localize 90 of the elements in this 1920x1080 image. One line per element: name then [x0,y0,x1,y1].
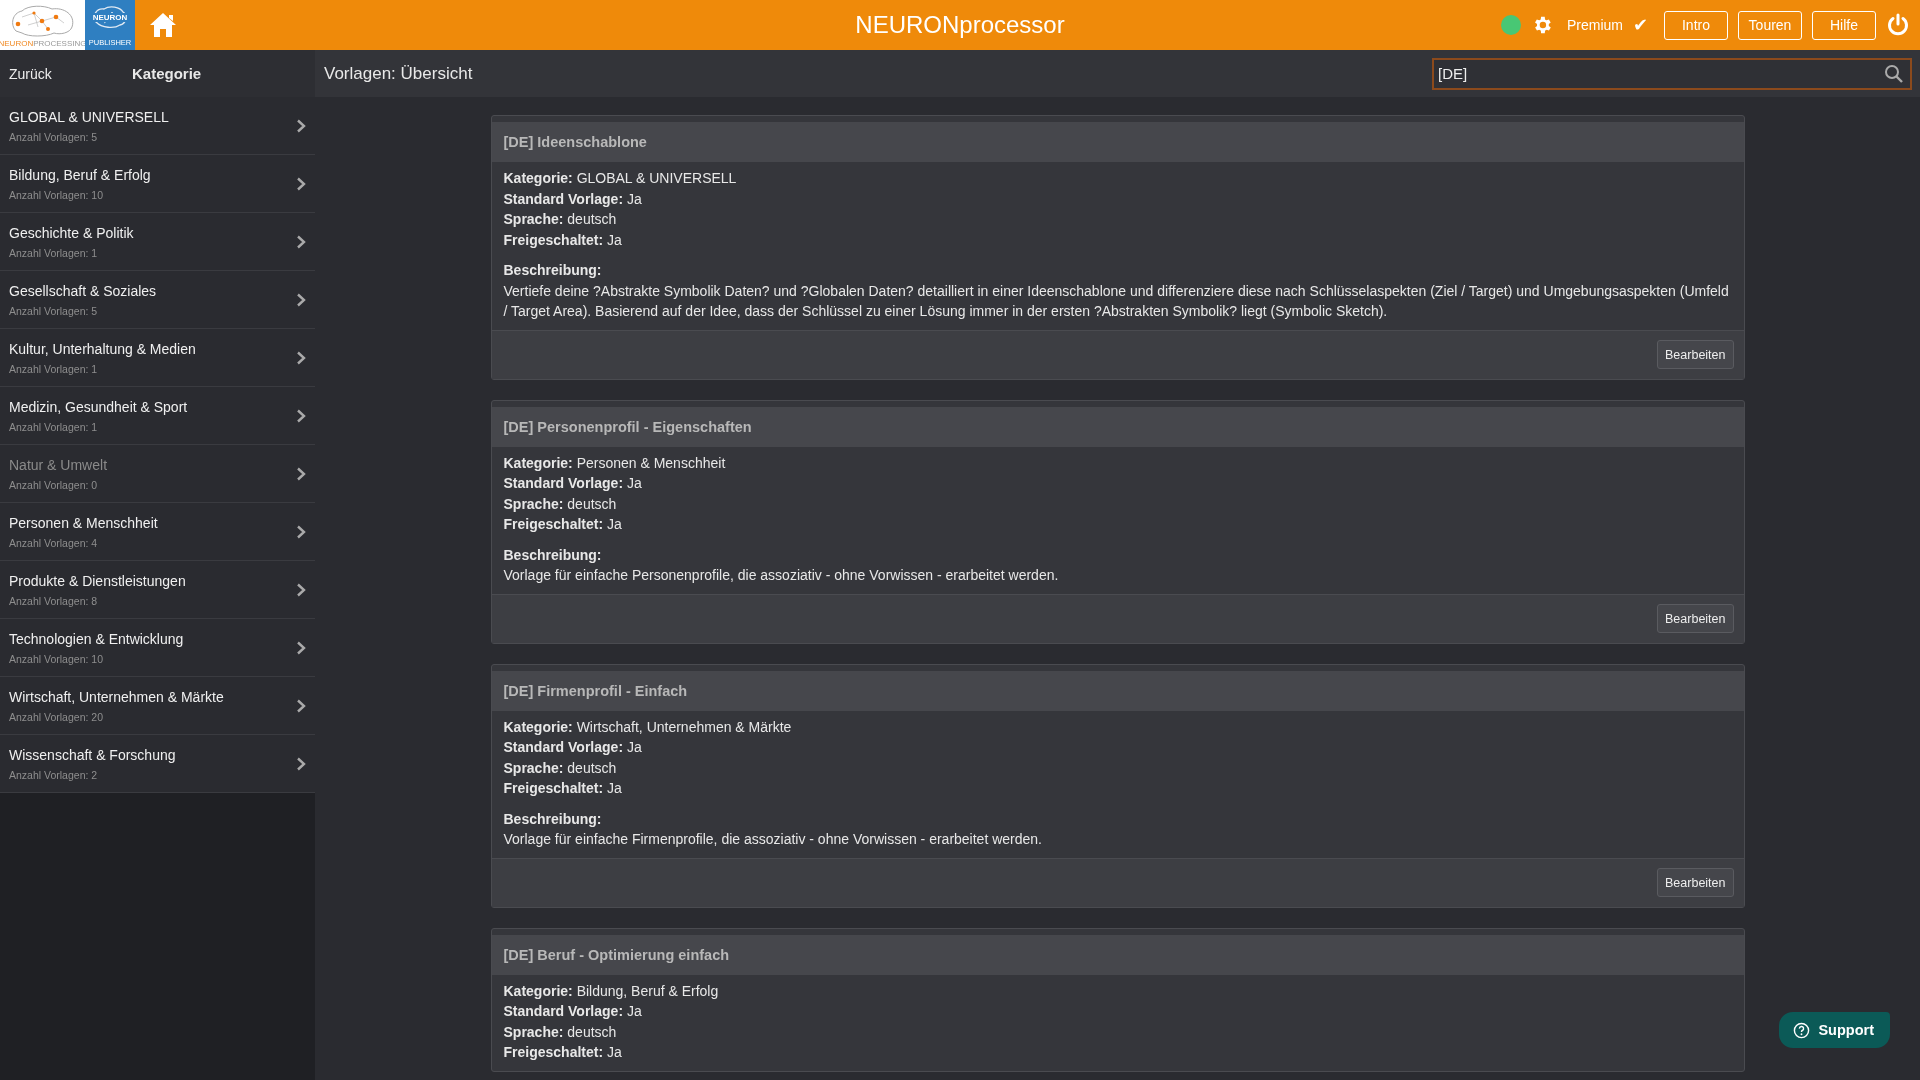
chevron-right-icon [296,292,306,307]
chevron-right-icon [296,640,306,655]
template-title: [DE] Personenprofil - Eigenschaften [503,418,752,435]
edit-button[interactable]: Bearbeiten [1657,604,1734,633]
category-item[interactable]: Gesellschaft & Soziales Anzahl Vorlagen: 5 [0,271,315,329]
template-title: [DE] Beruf - Optimierung einfach [503,946,730,963]
template-count: Anzahl Vorlagen: 5 [9,130,99,143]
template-count: Anzahl Vorlagen: 1 [9,362,99,375]
template-count: Anzahl Vorlagen: 8 [9,594,99,607]
category-name: Natur & Umwelt [9,456,109,473]
template-field: Freigeschaltet: Ja [503,229,1732,250]
search-icon[interactable] [1884,63,1904,84]
category-name: Technologien & Entwicklung [9,630,185,647]
template-count: Anzahl Vorlagen: 4 [9,536,99,549]
support-button[interactable]: Support [1779,1012,1890,1048]
help-icon [1793,1021,1811,1039]
template-field: Standard Vorlage: Ja [503,1001,1732,1022]
template-field: Kategorie: GLOBAL & UNIVERSELL [503,168,1732,189]
category-name: Medizin, Gesundheit & Sport [9,398,189,415]
template-field: Freigeschaltet: Ja [503,514,1732,535]
chevron-right-icon [296,698,306,713]
template-title: [DE] Ideenschablone [503,134,647,150]
category-item[interactable]: Technologien & Entwicklung Anzahl Vorlagen: 10 [0,619,315,677]
category-item[interactable]: Kultur, Unterhaltung & Medien Anzahl Vorlagen: 1 [0,329,315,387]
template-count: Anzahl Vorlagen: 10 [9,188,104,201]
home-icon[interactable] [149,12,177,38]
category-name: Geschichte & Politik [9,224,135,241]
category-item[interactable]: Personen & Menschheit Anzahl Vorlagen: 4 [0,503,315,561]
chevron-right-icon [296,408,306,423]
template-count: Anzahl Vorlagen: 1 [9,246,99,259]
chevron-right-icon [296,234,306,249]
description-label: Beschreibung: [503,809,603,829]
premium-label: Premium [1567,17,1623,33]
chevron-right-icon [296,756,306,771]
template-count: Anzahl Vorlagen: 0 [9,478,99,491]
template-field: Kategorie: Personen & Menschheit [503,452,1732,473]
chevron-right-icon [296,176,306,191]
search-field[interactable]: [DE] [1432,57,1912,90]
category-item[interactable]: Wirtschaft, Unternehmen & Märkte Anzahl Vorlagen: 20 [0,677,315,735]
chevron-right-icon [296,118,306,133]
category-name: Wissenschaft & Forschung [9,746,177,763]
category-item[interactable]: Geschichte & Politik Anzahl Vorlagen: 1 [0,213,315,271]
template-count: Anzahl Vorlagen: 5 [9,304,99,317]
category-name: Kultur, Unterhaltung & Medien [9,340,197,357]
template-count: Anzahl Vorlagen: 1 [9,420,99,433]
template-field: Sprache: deutsch [503,209,1732,230]
chevron-right-icon [296,466,306,481]
edit-button[interactable]: Bearbeiten [1657,868,1734,897]
category-name: Produkte & Dienstleistungen [9,572,187,589]
template-field: Freigeschaltet: Ja [503,1042,1732,1063]
template-title: [DE] Firmenprofil - Einfach [503,682,688,699]
category-heading: Kategorie [132,65,202,82]
app-title: NEURONprocessor [855,11,1065,38]
category-name: Bildung, Beruf & Erfolg [9,166,152,183]
publisher-brand: NEURON [91,13,129,22]
template-count: Anzahl Vorlagen: 20 [9,710,104,723]
logo-text: NEURONPROCESSING [0,39,87,50]
category-item[interactable]: Bildung, Beruf & Erfolg Anzahl Vorlagen: 10 [0,155,315,213]
category-item[interactable]: Wissenschaft & Forschung Anzahl Vorlagen: 2 [0,735,315,793]
template-field: Sprache: deutsch [503,1021,1732,1042]
template-field: Standard Vorlage: Ja [503,188,1732,209]
page-title: Vorlagen: Übersicht [324,63,473,84]
template-field: Sprache: deutsch [503,493,1732,514]
template-count: Anzahl Vorlagen: 2 [9,768,99,781]
chevron-right-icon [296,582,306,597]
edit-button[interactable]: Bearbeiten [1657,340,1734,369]
description-label: Beschreibung: [503,545,603,565]
template-field: Sprache: deutsch [503,757,1732,778]
category-item[interactable]: Medizin, Gesundheit & Sport Anzahl Vorlagen: 1 [0,387,315,445]
template-field: Kategorie: Bildung, Beruf & Erfolg [503,980,1732,1001]
premium-check: ✔ [1633,14,1648,36]
power-icon[interactable] [1886,13,1910,37]
chevron-right-icon [296,524,306,539]
description-text: Vertiefe deine ?Abstrakte Symbolik Daten? und ?Globalen Daten? detailliert in einer Ideenschablone und differenziere diese nach Schlüsselaspekten (Ziel / Target) und Umgebungsaspekten (Umfeld / Target Area). Basierend auf der Idee, dass der Schlüssel zu einer Lösung immer in der ersten ?Abstrakten Symbolik? liegt (Symbolic Sketch). [503,281,1730,321]
back-link[interactable]: Zurück [9,65,132,82]
template-field: Standard Vorlage: Ja [503,737,1732,758]
template-field: Standard Vorlage: Ja [503,473,1732,494]
template-field: Freigeschaltet: Ja [503,778,1732,799]
template-count: Anzahl Vorlagen: 10 [9,652,104,665]
chevron-right-icon [296,350,306,365]
category-name: GLOBAL & UNIVERSELL [9,108,170,125]
description-text: Vorlage für einfache Firmenprofile, die assoziativ - ohne Vorwissen - erarbeitet werden. [503,830,1043,849]
category-name: Wirtschaft, Unternehmen & Märkte [9,688,225,705]
description-label: Beschreibung: [503,261,603,280]
template-field: Kategorie: Wirtschaft, Unternehmen & Märkte [503,716,1732,737]
category-name: Personen & Menschheit [9,514,159,531]
description-text: Vorlage für einfache Personenprofile, die assoziativ - ohne Vorwissen - erarbeitet werden. [503,566,1060,585]
category-name: Gesellschaft & Soziales [9,282,158,299]
category-item[interactable]: GLOBAL & UNIVERSELL Anzahl Vorlagen: 5 [0,97,315,155]
category-item[interactable]: Produkte & Dienstleistungen Anzahl Vorlagen: 8 [0,561,315,619]
